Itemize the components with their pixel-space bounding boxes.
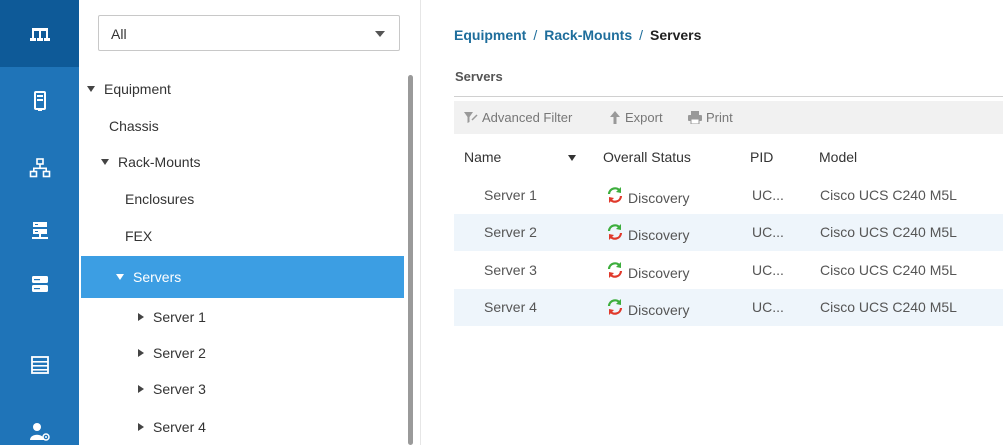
table-row[interactable]: Server 2 Discovery UC... Cisco UCS C240 … — [454, 214, 1003, 251]
cell-pid: UC... — [752, 262, 784, 278]
advanced-filter-button[interactable]: Advanced Filter — [464, 110, 572, 125]
icon-rail — [0, 0, 79, 445]
cell-name: Server 4 — [484, 299, 537, 315]
rail-storage-button[interactable] — [0, 250, 79, 317]
breadcrumb: Equipment / Rack-Mounts / Servers — [454, 27, 701, 43]
cell-name: Server 2 — [484, 224, 537, 240]
expand-triangle-icon[interactable] — [116, 274, 124, 280]
table-row[interactable]: Server 4 Discovery UC... Cisco UCS C240 … — [454, 289, 1003, 326]
tree-item-servers[interactable]: Servers — [81, 256, 404, 298]
rail-admin-button[interactable] — [0, 398, 79, 445]
tree-item-server-2[interactable]: Server 2 — [138, 338, 407, 368]
column-header-pid[interactable]: PID — [750, 149, 773, 165]
cell-status: Discovery — [606, 298, 690, 318]
cell-pid: UC... — [752, 187, 784, 203]
cell-status: Discovery — [606, 186, 690, 206]
export-button[interactable]: Export — [609, 110, 663, 125]
status-text: Discovery — [628, 265, 690, 281]
breadcrumb-rack-mounts-link[interactable]: Rack-Mounts — [544, 27, 632, 43]
column-header-name[interactable]: Name — [464, 149, 501, 165]
tree-item-label: Server 3 — [153, 381, 206, 397]
table-toolbar: Advanced Filter Export Print — [454, 101, 1003, 134]
tree-item-server-1[interactable]: Server 1 — [138, 302, 407, 332]
breadcrumb-equipment-link[interactable]: Equipment — [454, 27, 526, 43]
list-lines-icon — [30, 355, 49, 374]
collapse-triangle-icon[interactable] — [138, 423, 144, 431]
status-text: Discovery — [628, 302, 690, 318]
advanced-filter-label: Advanced Filter — [482, 110, 573, 125]
status-text: Discovery — [628, 227, 690, 243]
arrow-up-icon — [610, 111, 620, 124]
cell-name: Server 1 — [484, 187, 537, 203]
collapse-triangle-icon[interactable] — [138, 349, 144, 357]
nav-scrollbar[interactable] — [408, 75, 413, 445]
tree-item-label: Equipment — [104, 81, 171, 97]
print-button[interactable]: Print — [688, 110, 733, 125]
discovery-refresh-icon — [607, 187, 623, 203]
discovery-refresh-icon — [607, 224, 623, 240]
server-box-icon — [33, 90, 46, 111]
tree-item-label: Server 4 — [153, 419, 206, 435]
chevron-down-icon — [375, 31, 385, 37]
cell-model: Cisco UCS C240 M5L — [820, 299, 957, 315]
rail-equipment-button[interactable] — [0, 0, 79, 67]
printer-icon — [688, 111, 702, 124]
navigation-panel: All Equipment Chassis Rack-Mounts Enclos… — [79, 0, 421, 445]
tree-item-fex[interactable]: FEX — [125, 221, 407, 251]
collapse-triangle-icon[interactable] — [138, 385, 144, 393]
cell-model: Cisco UCS C240 M5L — [820, 187, 957, 203]
tree-item-label: Chassis — [109, 118, 159, 134]
nav-filter-value: All — [111, 26, 127, 42]
export-label: Export — [625, 110, 663, 125]
status-text: Discovery — [628, 190, 690, 206]
tree-item-label: Servers — [133, 269, 182, 285]
breadcrumb-current: Servers — [650, 27, 702, 43]
tree-item-label: Server 1 — [153, 309, 206, 325]
discovery-refresh-icon — [607, 299, 623, 315]
tree-item-equipment[interactable]: Equipment — [87, 74, 407, 104]
rail-topology-button[interactable] — [0, 134, 79, 201]
breadcrumb-separator: / — [639, 27, 644, 43]
table-row[interactable]: Server 1 Discovery UC... Cisco UCS C240 … — [454, 177, 1003, 214]
tree-item-label: Enclosures — [125, 191, 195, 207]
rack-server-icon — [31, 221, 48, 239]
cell-model: Cisco UCS C240 M5L — [820, 262, 957, 278]
network-tree-icon — [29, 27, 50, 41]
filter-funnel-icon — [464, 112, 478, 123]
cell-model: Cisco UCS C240 M5L — [820, 224, 957, 240]
admin-user-gear-icon — [29, 422, 50, 441]
column-header-overall-status[interactable]: Overall Status — [603, 149, 691, 165]
cell-status: Discovery — [606, 223, 690, 243]
sort-desc-icon[interactable] — [568, 155, 576, 161]
rail-chassis-button[interactable] — [0, 331, 79, 398]
expand-triangle-icon[interactable] — [101, 159, 109, 165]
cell-pid: UC... — [752, 299, 784, 315]
cell-status: Discovery — [606, 261, 690, 281]
tree-item-chassis[interactable]: Chassis — [109, 111, 407, 141]
tree-item-rack-mounts[interactable]: Rack-Mounts — [101, 147, 407, 177]
print-label: Print — [706, 110, 733, 125]
nav-filter-dropdown[interactable]: All — [98, 15, 400, 51]
storage-stack-icon — [31, 275, 48, 292]
divider — [454, 96, 1003, 97]
expand-triangle-icon[interactable] — [87, 86, 95, 92]
tree-item-enclosures[interactable]: Enclosures — [125, 184, 407, 214]
rail-servers-button[interactable] — [0, 67, 79, 134]
main-content: Equipment / Rack-Mounts / Servers Servers Ad… — [421, 0, 1003, 445]
breadcrumb-separator: / — [533, 27, 538, 43]
section-title: Servers — [455, 69, 503, 84]
tree-item-label: FEX — [125, 228, 153, 244]
tree-item-server-4[interactable]: Server 4 — [138, 412, 407, 442]
topology-icon — [29, 157, 50, 177]
tree-item-server-3[interactable]: Server 3 — [138, 374, 407, 404]
collapse-triangle-icon[interactable] — [138, 313, 144, 321]
cell-name: Server 3 — [484, 262, 537, 278]
tree-item-label: Server 2 — [153, 345, 206, 361]
column-header-model[interactable]: Model — [819, 149, 857, 165]
tree-item-label: Rack-Mounts — [118, 154, 201, 170]
discovery-refresh-icon — [607, 262, 623, 278]
cell-pid: UC... — [752, 224, 784, 240]
table-row[interactable]: Server 3 Discovery UC... Cisco UCS C240 … — [454, 252, 1003, 289]
